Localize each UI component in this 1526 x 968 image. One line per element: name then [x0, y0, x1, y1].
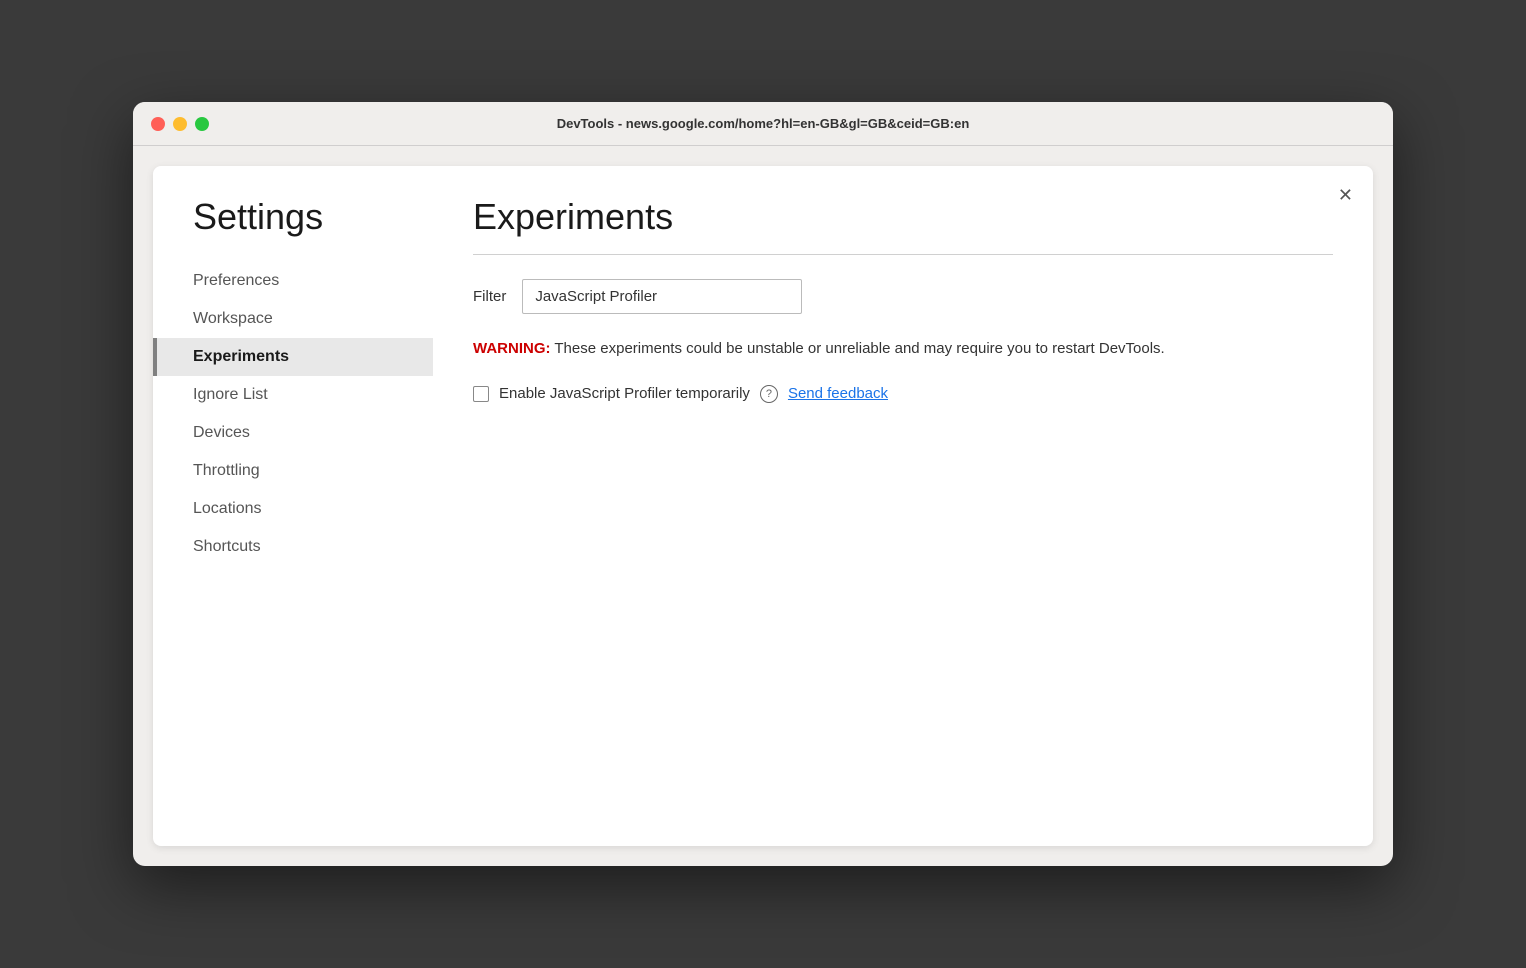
experiment-item-js-profiler: Enable JavaScript Profiler temporarily ?… [473, 385, 1333, 403]
sidebar-heading: Settings [153, 196, 433, 262]
warning-box: WARNING: These experiments could be unst… [473, 338, 1333, 361]
help-icon[interactable]: ? [760, 385, 778, 403]
maximize-traffic-light[interactable] [195, 117, 209, 131]
window-content: Settings Preferences Workspace Experimen… [153, 166, 1373, 846]
close-button[interactable]: ✕ [1338, 186, 1353, 204]
js-profiler-label: Enable JavaScript Profiler temporarily [499, 385, 750, 402]
warning-text: WARNING: These experiments could be unst… [473, 340, 1165, 357]
filter-row: Filter [473, 279, 1333, 314]
main-content: ✕ Experiments Filter WARNING: These expe… [433, 166, 1373, 846]
filter-label: Filter [473, 288, 506, 305]
sidebar: Settings Preferences Workspace Experimen… [153, 166, 433, 846]
minimize-traffic-light[interactable] [173, 117, 187, 131]
sidebar-item-shortcuts[interactable]: Shortcuts [153, 528, 433, 566]
warning-body: These experiments could be unstable or u… [551, 340, 1165, 357]
sidebar-item-throttling[interactable]: Throttling [153, 452, 433, 490]
send-feedback-link[interactable]: Send feedback [788, 385, 888, 402]
sidebar-item-ignore-list[interactable]: Ignore List [153, 376, 433, 414]
warning-label: WARNING: [473, 340, 551, 357]
filter-input[interactable] [522, 279, 802, 314]
sidebar-nav: Preferences Workspace Experiments Ignore… [153, 262, 433, 566]
browser-window: DevTools - news.google.com/home?hl=en-GB… [133, 102, 1393, 866]
sidebar-item-experiments[interactable]: Experiments [153, 338, 433, 376]
title-bar: DevTools - news.google.com/home?hl=en-GB… [133, 102, 1393, 146]
sidebar-item-workspace[interactable]: Workspace [153, 300, 433, 338]
close-traffic-light[interactable] [151, 117, 165, 131]
sidebar-item-locations[interactable]: Locations [153, 490, 433, 528]
js-profiler-checkbox[interactable] [473, 386, 489, 402]
section-divider [473, 254, 1333, 255]
traffic-lights [151, 117, 209, 131]
sidebar-item-preferences[interactable]: Preferences [153, 262, 433, 300]
browser-title: DevTools - news.google.com/home?hl=en-GB… [557, 116, 970, 131]
sidebar-item-devices[interactable]: Devices [153, 414, 433, 452]
page-title: Experiments [473, 196, 1333, 238]
